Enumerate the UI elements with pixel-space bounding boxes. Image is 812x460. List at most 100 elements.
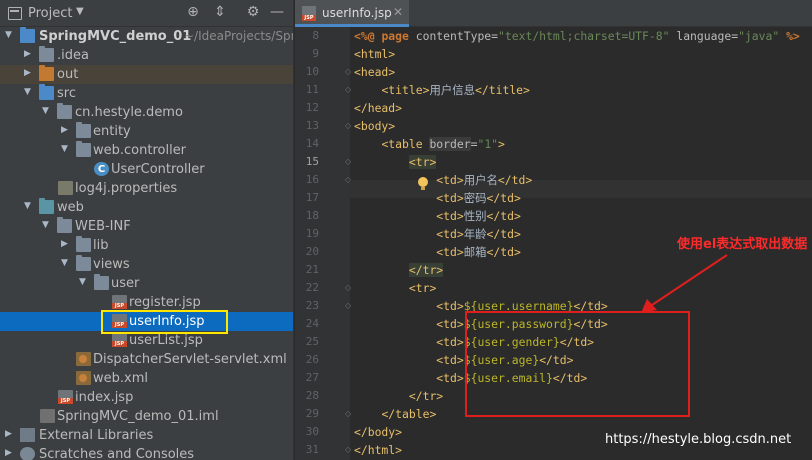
- tree-item-entity[interactable]: ▶ entity: [0, 122, 293, 141]
- tree-item-src[interactable]: ▼ src: [0, 84, 293, 103]
- hide-icon[interactable]: —: [268, 4, 286, 20]
- line-number: 30: [305, 425, 319, 438]
- code-area[interactable]: <%@ page contentType="text/html;charset=…: [350, 27, 812, 460]
- dropdown-caret-icon[interactable]: ▼: [76, 6, 84, 17]
- collapsed-arrow-icon[interactable]: ▶: [24, 68, 31, 78]
- code-tag: >: [498, 137, 505, 151]
- line-number: 12: [305, 101, 319, 114]
- code-text: 年龄: [463, 227, 487, 241]
- code-line: <head>: [354, 63, 395, 81]
- tree-item-web[interactable]: ▼ web: [0, 198, 293, 217]
- tree-item-external-libraries[interactable]: ▶ External Libraries: [0, 426, 293, 445]
- tree-item-label: src: [57, 86, 76, 101]
- tree-item-label: lib: [93, 238, 109, 253]
- expand-arrow-icon[interactable]: ▼: [42, 106, 49, 116]
- locate-icon[interactable]: ⊕: [184, 4, 202, 20]
- code-line: <td>邮箱</td>: [354, 243, 521, 261]
- module-folder-icon: [20, 27, 35, 43]
- collapsed-arrow-icon[interactable]: ▶: [61, 239, 68, 249]
- code-line: </tr>: [354, 387, 443, 405]
- code-line: <td>年龄</td>: [354, 225, 521, 243]
- tree-item-label: web: [57, 200, 84, 215]
- tree-item-lib[interactable]: ▶ lib: [0, 236, 293, 255]
- expand-arrow-icon[interactable]: ▼: [5, 30, 12, 40]
- gear-icon[interactable]: ⚙: [244, 4, 262, 20]
- code-tag: <td>: [436, 317, 464, 331]
- code-text: 邮箱: [463, 245, 487, 259]
- code-line: </html>: [354, 441, 402, 459]
- code-line: <tr>: [354, 279, 436, 297]
- code-keyword: page: [381, 29, 409, 43]
- line-number-gutter: 8 9 10 11 12 13 14 15 16 17 18 19 20 21 22 23 24 25 26 27 28…: [295, 27, 351, 460]
- jsp-file-icon: JSP: [58, 390, 73, 404]
- collapsed-arrow-icon[interactable]: ▶: [61, 125, 68, 135]
- tree-item-views[interactable]: ▼ views: [0, 255, 293, 274]
- code-tag: <td>: [436, 245, 464, 259]
- tree-item-label: userList.jsp: [129, 333, 203, 348]
- code-line: <td>密码</td>: [354, 189, 521, 207]
- expand-arrow-icon[interactable]: ▼: [42, 220, 49, 230]
- package-icon: [76, 122, 91, 138]
- tree-item-iml[interactable]: SpringMVC_demo_01.iml: [0, 407, 293, 426]
- code-line: </body>: [354, 423, 402, 441]
- line-number: 28: [305, 389, 319, 402]
- tree-item-label: DispatcherServlet-servlet.xml: [93, 352, 287, 367]
- tree-item-label: WEB-INF: [75, 219, 131, 234]
- highlight-box: [101, 310, 228, 334]
- code-tag: <td>: [436, 371, 464, 385]
- code-tag: <td>: [436, 209, 464, 223]
- code-tag: <tr>: [408, 155, 437, 169]
- code-line: <%@ page contentType="text/html;charset=…: [354, 27, 800, 45]
- jsp-directive-close: %>: [779, 29, 800, 43]
- code-string: "text/html;charset=UTF-8": [498, 29, 670, 43]
- code-line: <html>: [354, 45, 395, 63]
- code-tag: <head>: [354, 65, 396, 79]
- tab-userinfo-jsp[interactable]: JSP userInfo.jsp ✕: [295, 0, 409, 27]
- code-tag: <td>: [436, 335, 464, 349]
- code-text: 用户信息: [429, 83, 476, 97]
- tree-item-user[interactable]: ▼ user: [0, 274, 293, 293]
- collapsed-arrow-icon[interactable]: ▶: [5, 448, 12, 458]
- editor-tab-bar: JSP userInfo.jsp ✕: [295, 0, 812, 27]
- tree-item-scratches[interactable]: ▶ Scratches and Consoles: [0, 445, 293, 460]
- tree-item-idea[interactable]: ▶ .idea: [0, 46, 293, 65]
- line-number: 23: [305, 299, 319, 312]
- tree-item-out[interactable]: ▶ out: [0, 65, 293, 84]
- code-tag: </html>: [354, 443, 403, 457]
- expand-arrow-icon[interactable]: ▼: [61, 258, 68, 268]
- lightbulb-icon[interactable]: [417, 177, 429, 191]
- line-number: 9: [312, 47, 319, 60]
- tree-item-web-inf[interactable]: ▼ WEB-INF: [0, 217, 293, 236]
- tree-item-label: SpringMVC_demo_01.iml: [57, 409, 219, 424]
- tree-item-log4j[interactable]: log4j.properties: [0, 179, 293, 198]
- expand-arrow-icon[interactable]: ▼: [24, 201, 31, 211]
- expand-arrow-icon[interactable]: ▼: [61, 144, 68, 154]
- tree-item-label: Scratches and Consoles: [39, 447, 195, 460]
- collapse-icon[interactable]: ⇕: [211, 4, 229, 20]
- jsp-file-icon: JSP: [112, 333, 127, 347]
- tree-item-web-controller[interactable]: ▼ web.controller: [0, 141, 293, 160]
- code-line: <td>性别</td>: [354, 207, 521, 225]
- tree-item-dispatcher-xml[interactable]: DispatcherServlet-servlet.xml: [0, 350, 293, 369]
- project-icon: [8, 7, 22, 20]
- folder-icon: [39, 46, 54, 62]
- close-icon[interactable]: ✕: [393, 5, 403, 19]
- expand-arrow-icon[interactable]: ▼: [79, 277, 86, 287]
- code-line: <tr>: [354, 153, 437, 171]
- code-line: <title>用户信息</title>: [354, 81, 529, 99]
- line-number: 14: [305, 137, 319, 150]
- tree-item-usercontroller[interactable]: C UserController: [0, 160, 293, 179]
- tree-item-index-jsp[interactable]: JSP index.jsp: [0, 388, 293, 407]
- code-tag: <table: [381, 137, 430, 151]
- collapsed-arrow-icon[interactable]: ▶: [5, 429, 12, 439]
- code-tag: </td>: [486, 209, 521, 223]
- folder-icon: [76, 255, 91, 271]
- package-icon: [57, 103, 72, 119]
- tree-item-web-xml[interactable]: web.xml: [0, 369, 293, 388]
- collapsed-arrow-icon[interactable]: ▶: [24, 49, 31, 59]
- project-title[interactable]: Project: [28, 6, 72, 21]
- tree-item-project-root[interactable]: ▼ SpringMVC_demo_01 ~/IdeaProjects/Spr: [0, 27, 293, 46]
- line-number: 15: [305, 155, 319, 168]
- tree-item-package-root[interactable]: ▼ cn.hestyle.demo: [0, 103, 293, 122]
- expand-arrow-icon[interactable]: ▼: [24, 87, 31, 97]
